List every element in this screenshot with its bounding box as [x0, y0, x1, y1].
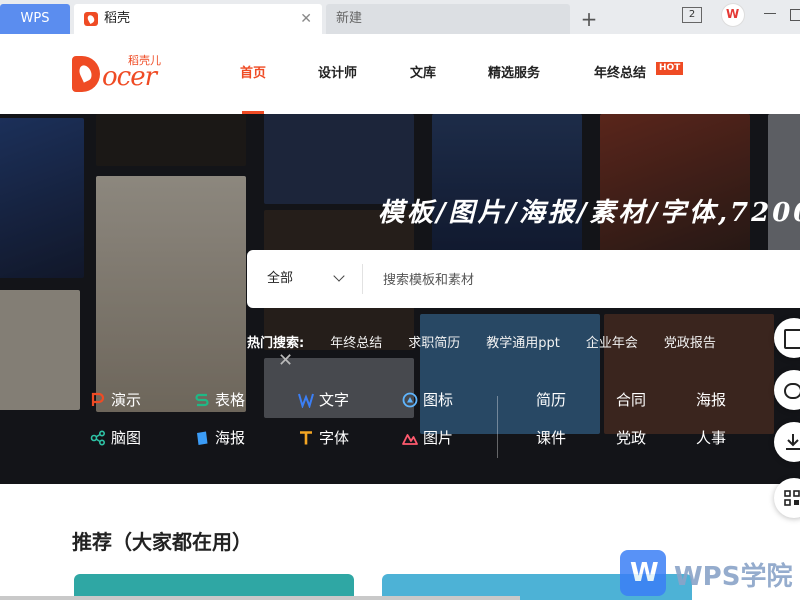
ppt-icon [91, 392, 105, 406]
hot-search-term[interactable]: 年终总结 [330, 336, 382, 351]
category-label: 字体 [319, 429, 350, 447]
hot-badge: HOT [656, 62, 684, 75]
document-icon [784, 329, 800, 349]
search-box: 全部 [247, 250, 800, 308]
close-tab-icon[interactable]: ✕ [300, 4, 312, 34]
search-category-select[interactable]: 全部 [267, 250, 293, 286]
hot-search-bar: 热门搜索: 年终总结 求职简历 教学通用ppt 企业年会 党政报告 [247, 332, 742, 351]
hot-search-term[interactable]: 企业年会 [586, 336, 638, 351]
category-mindmap[interactable]: 脑图 [90, 426, 141, 450]
mindmap-icon [90, 430, 106, 446]
category-label: 图片 [423, 429, 454, 447]
qrcode-icon [784, 490, 800, 506]
category-label: 脑图 [111, 429, 142, 447]
icon-icon [402, 392, 418, 408]
chat-icon [784, 383, 800, 399]
poster-icon [197, 431, 208, 445]
horizontal-scrollbar[interactable] [0, 596, 520, 600]
minimize-icon[interactable] [764, 0, 778, 30]
nav-services[interactable]: 精选服务 [488, 34, 540, 114]
hot-search-term[interactable]: 党政报告 [664, 336, 716, 351]
new-tab-button[interactable]: + [578, 4, 600, 34]
tab-label: 新建 [336, 11, 363, 26]
category-ppt[interactable]: 演示 [90, 388, 141, 412]
category-hr[interactable]: 人事 [696, 426, 726, 450]
download-icon [786, 434, 800, 450]
category-poster-text[interactable]: 海报 [696, 388, 726, 412]
category-label: 表格 [215, 391, 246, 409]
category-divider [497, 396, 498, 458]
hero-title: 模板/图片/海报/素材/字体,7200 [378, 198, 800, 228]
category-font[interactable]: 字体 [298, 426, 349, 450]
category-poster[interactable]: 海报 [194, 426, 245, 450]
watermark-text: WPS学院 [674, 562, 793, 592]
nav-designer[interactable]: 设计师 [318, 34, 357, 114]
docer-logo-mark-icon [72, 56, 100, 92]
hot-search-term[interactable]: 教学通用ppt [486, 336, 560, 351]
chevron-down-icon[interactable] [333, 270, 345, 282]
search-divider [362, 264, 363, 294]
word-icon [298, 393, 314, 408]
sheet-icon [195, 393, 209, 407]
category-label: 图标 [423, 391, 454, 409]
side-qrcode-button[interactable] [774, 478, 800, 518]
tab-label: 稻壳 [104, 11, 131, 26]
category-label: 海报 [215, 429, 246, 447]
hot-search-label: 热门搜索: [247, 336, 305, 351]
hot-search-term[interactable]: 求职简历 [408, 336, 460, 351]
category-word[interactable]: 文字 [298, 388, 349, 412]
category-label: 文字 [319, 391, 350, 409]
browser-tab-bar: WPS 稻壳 ✕ 新建 + 2 [0, 0, 800, 34]
site-header: 稻壳儿 ocer 首页 设计师 文库 精选服务 年终总结 HOT [0, 34, 800, 114]
tab-docer[interactable]: 稻壳 ✕ [74, 4, 322, 34]
category-resume[interactable]: 简历 [536, 388, 566, 412]
tab-wps[interactable]: WPS [0, 4, 70, 34]
wps-account-icon[interactable] [722, 4, 744, 26]
hero-banner: 模板/图片/海报/素材/字体,7200 全部 热门搜索: 年终总结 求职简历 教学通用… [0, 114, 800, 484]
category-image[interactable]: 图片 [402, 426, 453, 450]
search-input[interactable] [381, 264, 765, 296]
category-party[interactable]: 党政 [616, 426, 646, 450]
nav-year-summary[interactable]: 年终总结 [594, 34, 646, 114]
category-menu: 演示 表格 文字 图标 脑图 海报 字体 图片 简历 合同 海报 课件 党政 人… [0, 384, 800, 484]
maximize-icon[interactable] [790, 9, 800, 21]
section-title: 推荐（大家都在用） [72, 530, 252, 554]
category-icon[interactable]: 图标 [402, 388, 453, 412]
tab-new[interactable]: 新建 [326, 4, 570, 34]
wps-academy-logo-icon [620, 550, 666, 596]
font-icon [300, 431, 312, 445]
nav-home[interactable]: 首页 [240, 34, 266, 114]
docer-logo[interactable]: 稻壳儿 ocer [72, 54, 168, 96]
nav-library[interactable]: 文库 [410, 34, 436, 114]
docer-favicon-icon [84, 12, 98, 26]
category-sheet[interactable]: 表格 [194, 388, 245, 412]
category-courseware[interactable]: 课件 [536, 426, 566, 450]
close-icon[interactable]: ✕ [278, 350, 293, 371]
window-count-button[interactable]: 2 [682, 7, 702, 23]
image-icon [402, 434, 418, 445]
logo-word: ocer [102, 62, 157, 92]
category-contract[interactable]: 合同 [616, 388, 646, 412]
category-label: 演示 [111, 391, 142, 409]
